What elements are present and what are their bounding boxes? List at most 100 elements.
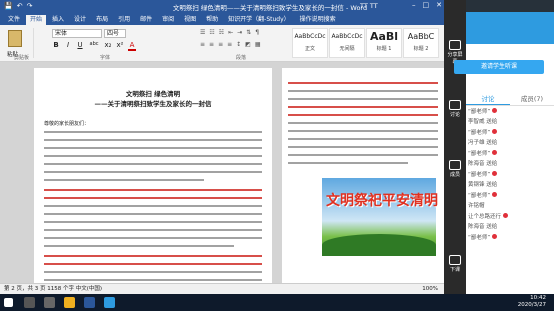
text-line <box>44 245 234 247</box>
comment-text: “鄙老师” <box>468 172 491 178</box>
document-area[interactable]: 文明祭扫 绿色清明 ——关于清明祭扫致学生及家长的一封信 尊敬的家长朋友们： 文… <box>0 62 444 283</box>
style-heading-2[interactable]: AaBbC 标题 2 <box>403 28 439 58</box>
style-name: 标题 2 <box>413 46 429 52</box>
status-bar: 第 2 页，共 3 页 1158 个字 中文(中国) 100% <box>0 283 444 294</box>
borders-icon[interactable]: ▦ <box>255 41 261 48</box>
comment-item: 冯子雄 送给 <box>468 140 552 147</box>
align-left-icon[interactable]: ≡ <box>200 41 205 48</box>
gift-heart-icon <box>492 108 498 113</box>
align-right-icon[interactable]: ≡ <box>218 41 223 48</box>
clock-time: 10:42 <box>530 295 546 301</box>
comment-item: 黄钢锋 送给 <box>468 182 552 189</box>
maximize-icon[interactable]: □ <box>423 1 430 9</box>
decrease-indent-icon[interactable]: ⇤ <box>228 29 233 36</box>
comment-text: 送给 <box>486 140 498 146</box>
windows-start-icon[interactable] <box>4 298 13 307</box>
font-color-button[interactable]: A <box>128 41 136 51</box>
subscript-button[interactable]: x₂ <box>104 41 112 51</box>
numbering-icon[interactable]: ☷ <box>209 29 214 36</box>
tab-file[interactable]: 文件 <box>4 15 24 25</box>
tab-design[interactable]: 设计 <box>70 15 90 25</box>
increase-indent-icon[interactable]: ⇥ <box>237 29 242 36</box>
redo-icon[interactable]: ↷ <box>27 2 33 10</box>
exit-icon <box>449 255 461 265</box>
system-clock[interactable]: 10:42 2020/3/27 <box>518 295 546 309</box>
superscript-button[interactable]: x² <box>116 41 124 51</box>
save-icon[interactable]: 💾 <box>4 2 13 10</box>
text-line <box>44 139 262 141</box>
sidebar-members-button[interactable]: 成员 <box>446 160 464 178</box>
task-view-icon[interactable] <box>44 297 55 308</box>
italic-button[interactable]: I <box>64 41 72 51</box>
text-line <box>288 154 438 156</box>
format-buttons: B I U abc x₂ x² A <box>52 41 136 51</box>
font-size-select[interactable]: 四号 <box>104 29 126 38</box>
panel-header <box>466 0 554 44</box>
text-line <box>44 131 262 133</box>
bullets-icon[interactable]: ☰ <box>200 29 205 36</box>
document-page-1[interactable]: 文明祭扫 绿色清明 ——关于清明祭扫致学生及家长的一封信 尊敬的家长朋友们： <box>34 68 272 283</box>
style-heading-1[interactable]: AaBl 标题 1 <box>366 28 402 58</box>
tab-home[interactable]: 开始 <box>26 15 47 25</box>
comment-text: 让个总路还行 <box>468 214 502 220</box>
file-explorer-icon[interactable] <box>64 297 75 308</box>
word-taskbar-icon[interactable] <box>84 297 95 308</box>
screen-share-icon <box>449 40 461 50</box>
classroom-app-icon[interactable] <box>104 297 115 308</box>
tell-me-search[interactable]: 操作说明搜索 <box>296 15 340 25</box>
style-no-spacing[interactable]: AaBbCcDc 无间隔 <box>329 28 365 58</box>
screen: 💾 ↶ ↷ 文明祭扫 绿色清明——关于清明祭扫致学生及家长的一封信 - Word… <box>0 0 554 311</box>
tab-mailings[interactable]: 邮件 <box>136 15 156 25</box>
tab-help[interactable]: 帮助 <box>202 15 222 25</box>
tab-members[interactable]: 成员(7) <box>510 92 554 105</box>
underline-button[interactable]: U <box>76 41 84 51</box>
comment-item: “鄙老师” <box>468 234 552 242</box>
pilcrow-icon[interactable]: ¶ <box>255 29 259 36</box>
invite-students-button[interactable]: 邀请学生听课 <box>454 60 544 74</box>
line-spacing-icon[interactable]: ↕ <box>236 41 241 48</box>
shading-icon[interactable]: ◩ <box>245 41 251 48</box>
chat-icon <box>449 100 461 110</box>
search-icon[interactable] <box>24 297 35 308</box>
tab-review[interactable]: 审阅 <box>158 15 178 25</box>
text-line <box>44 213 262 215</box>
tab-references[interactable]: 引用 <box>114 15 134 25</box>
strikethrough-button[interactable]: abc <box>88 41 100 51</box>
font-name-select[interactable]: 宋体 <box>52 29 102 38</box>
document-page-2[interactable]: 文明祭祀平安清明 <box>282 68 444 283</box>
banner-text: 文明祭祀平安清明 <box>326 193 438 209</box>
style-name: 标题 1 <box>376 46 392 52</box>
window-title: 文明祭扫 绿色清明——关于清明祭扫致学生及家长的一封信 - Word <box>172 4 368 12</box>
tab-layout[interactable]: 布局 <box>92 15 112 25</box>
bold-button[interactable]: B <box>52 41 60 51</box>
tab-insert[interactable]: 插入 <box>48 15 68 25</box>
document-subtitle: ——关于清明祭扫致学生及家长的一封信 <box>94 100 212 108</box>
align-center-icon[interactable]: ≡ <box>209 41 214 48</box>
close-icon[interactable]: ✕ <box>436 1 442 9</box>
minimize-icon[interactable]: – <box>412 1 416 9</box>
multilevel-list-icon[interactable]: ☵ <box>219 29 224 36</box>
sort-icon[interactable]: ⇅ <box>246 29 251 36</box>
zoom-level[interactable]: 100% <box>422 284 438 294</box>
group-label-paragraph: 段落 <box>236 55 247 61</box>
sidebar-discussion-button[interactable]: 讨论 <box>446 100 464 118</box>
tab-view[interactable]: 视图 <box>180 15 200 25</box>
text-line <box>44 221 262 223</box>
members-icon <box>449 160 461 170</box>
text-line <box>44 271 262 273</box>
paste-icon[interactable] <box>8 30 22 47</box>
window-controls: – □ ✕ <box>412 1 442 9</box>
highlighted-line <box>44 189 262 191</box>
ribbon: 粘贴 宋体 四号 B I U abc x₂ x² A ☰ ☷ ☵ ⇤ ⇥ ⇅ ¶ <box>0 25 444 62</box>
end-class-button[interactable]: 下课 <box>446 255 464 273</box>
tab-study[interactable]: 知识开学（翻-Study） <box>224 15 294 25</box>
undo-icon[interactable]: ↶ <box>17 2 23 10</box>
taskbar: 10:42 2020/3/27 <box>0 294 554 311</box>
comment-item: 李智威 送给 <box>468 119 552 126</box>
style-normal[interactable]: AaBbCcDc 正文 <box>292 28 328 58</box>
user-name[interactable]: TT TT <box>360 2 378 10</box>
gift-heart-icon <box>492 129 498 134</box>
tab-discussion[interactable]: 讨论 <box>466 92 510 105</box>
justify-icon[interactable]: ≡ <box>227 41 232 48</box>
comment-text: “鄙老师” <box>468 109 491 115</box>
